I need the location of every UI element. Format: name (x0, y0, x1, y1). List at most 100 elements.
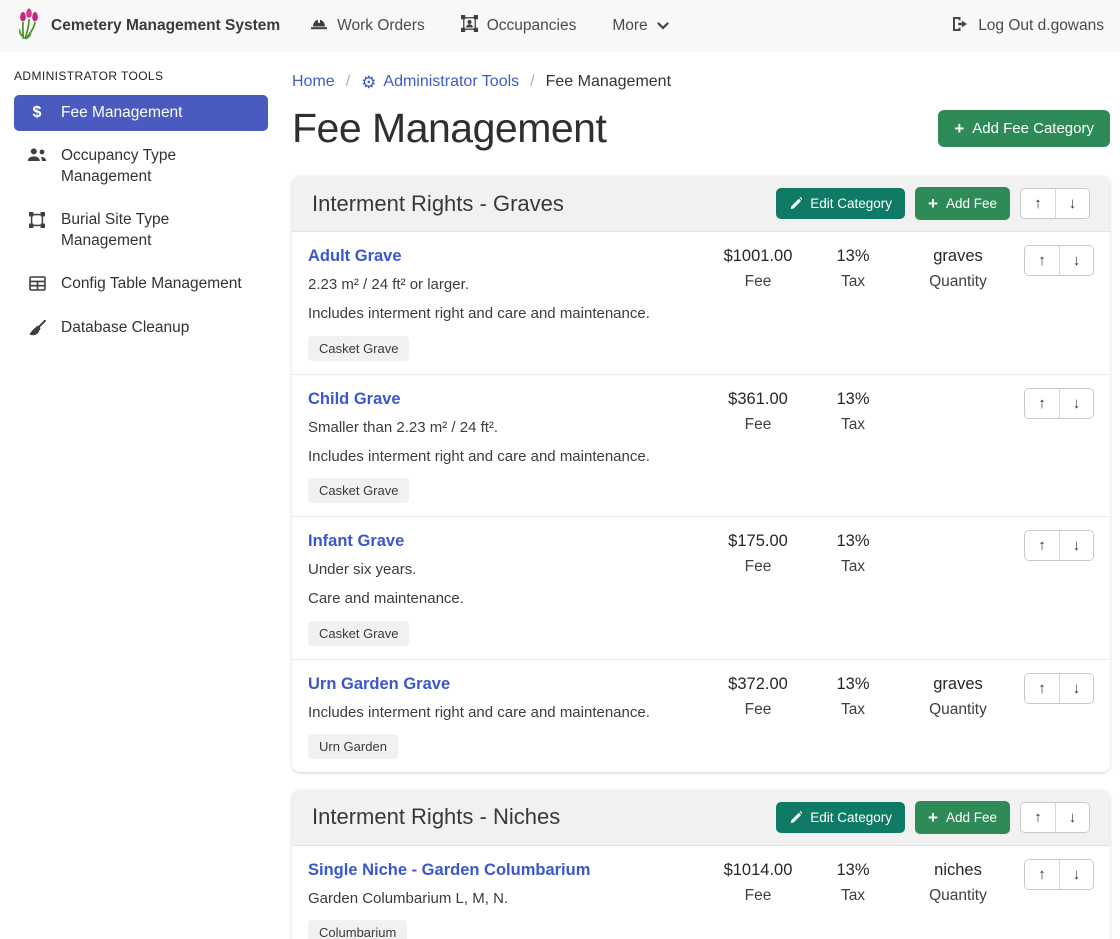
move-fee-up-button[interactable]: ↑ (1025, 860, 1059, 889)
fee-tax-column: 13% Tax (808, 388, 898, 434)
add-fee-button[interactable]: + Add Fee (915, 801, 1010, 834)
fee-quantity-label: Quantity (929, 887, 987, 905)
logout-label: Log Out d.gowans (978, 17, 1104, 35)
breadcrumb-admin-tools-link[interactable]: ⚙ Administrator Tools (361, 73, 519, 91)
fee-tax-column: 13% Tax (808, 859, 898, 905)
nav-links: Work Orders Occupancies More (310, 15, 669, 37)
main-content: Home / ⚙ Administrator Tools / Fee Manag… (280, 52, 1120, 939)
add-fee-button[interactable]: + Add Fee (915, 187, 1010, 220)
move-fee-up-button[interactable]: ↑ (1025, 674, 1059, 703)
move-category-up-button[interactable]: ↑ (1021, 803, 1055, 832)
fee-tax-label: Tax (841, 273, 865, 291)
top-navbar: Cemetery Management System Work Orders (0, 0, 1120, 52)
breadcrumb-current: Fee Management (546, 73, 671, 91)
edit-category-button[interactable]: Edit Category (776, 802, 905, 833)
fee-tax-column: 13% Tax (808, 245, 898, 291)
category-header: Interment Rights - Niches Edit Category … (292, 790, 1110, 846)
fee-name-link[interactable]: Child Grave (308, 390, 401, 409)
nav-more-label: More (612, 17, 647, 35)
fee-description: Includes interment right and care and ma… (308, 703, 708, 723)
nav-occupancies-label: Occupancies (487, 17, 577, 35)
nav-occupancies[interactable]: Occupancies (461, 15, 577, 37)
sidebar-item-label: Occupancy Type Management (61, 146, 258, 187)
fee-tax: 13% (836, 861, 869, 880)
fee-tax-label: Tax (841, 558, 865, 576)
sidebar-item-occupancy-type-management[interactable]: Occupancy Type Management (14, 138, 268, 195)
breadcrumb-admin-tools-label: Administrator Tools (383, 73, 519, 91)
fee-reorder-group: ↑ ↓ (1024, 530, 1094, 561)
sidebar-item-fee-management[interactable]: $ Fee Management (14, 95, 268, 131)
fee-quantity: graves (933, 247, 983, 266)
fee-reorder-group: ↑ ↓ (1024, 245, 1094, 276)
sidebar-item-label: Fee Management (61, 103, 183, 123)
move-fee-down-button[interactable]: ↓ (1059, 389, 1093, 418)
move-fee-up-button[interactable]: ↑ (1025, 389, 1059, 418)
sidebar-item-config-table-management[interactable]: Config Table Management (14, 266, 268, 302)
category-title: Interment Rights - Niches (312, 804, 560, 830)
breadcrumb-home-link[interactable]: Home (292, 73, 335, 91)
fee-amount: $372.00 (728, 675, 788, 694)
fee-quantity-column: graves Quantity (898, 673, 1018, 719)
fee-description: Under six years. (308, 560, 708, 580)
fee-amount-column: $1001.00 Fee (708, 245, 808, 291)
add-fee-category-button[interactable]: + Add Fee Category (938, 110, 1110, 147)
fee-row: Child Grave Smaller than 2.23 m² / 24 ft… (292, 374, 1110, 517)
fee-name-link[interactable]: Infant Grave (308, 532, 404, 551)
pencil-icon (789, 197, 802, 210)
sidebar-item-database-cleanup[interactable]: Database Cleanup (14, 310, 268, 346)
fee-row: Single Niche - Garden Columbarium Garden… (292, 846, 1110, 939)
fee-quantity: graves (933, 675, 983, 694)
add-fee-label: Add Fee (946, 810, 997, 825)
move-fee-down-button[interactable]: ↓ (1059, 860, 1093, 889)
add-fee-label: Add Fee (946, 196, 997, 211)
fee-amount: $1001.00 (724, 247, 793, 266)
dollar-icon: $ (26, 105, 48, 121)
fee-description: Smaller than 2.23 m² / 24 ft². (308, 418, 708, 438)
fee-name-link[interactable]: Adult Grave (308, 247, 402, 266)
fee-reorder-group: ↑ ↓ (1024, 859, 1094, 890)
fee-quantity-column (898, 530, 1018, 539)
fee-row: Infant Grave Under six years. Care and m… (292, 516, 1110, 659)
fee-quantity-column (898, 388, 1018, 397)
move-category-down-button[interactable]: ↓ (1055, 189, 1089, 218)
logout-button[interactable]: Log Out d.gowans (951, 16, 1104, 37)
nav-work-orders-label: Work Orders (337, 17, 425, 35)
move-fee-down-button[interactable]: ↓ (1059, 246, 1093, 275)
sidebar-item-burial-site-type-management[interactable]: Burial Site Type Management (14, 202, 268, 259)
category-title: Interment Rights - Graves (312, 191, 564, 217)
move-fee-down-button[interactable]: ↓ (1059, 674, 1093, 703)
category-reorder-group: ↑ ↓ (1020, 802, 1090, 833)
move-category-down-button[interactable]: ↓ (1055, 803, 1089, 832)
app-title: Cemetery Management System (51, 17, 280, 35)
add-fee-category-label: Add Fee Category (972, 120, 1094, 137)
move-fee-up-button[interactable]: ↑ (1025, 531, 1059, 560)
nav-more[interactable]: More (612, 17, 668, 35)
broom-icon (26, 320, 48, 336)
category-header: Interment Rights - Graves Edit Category … (292, 176, 1110, 232)
move-fee-down-button[interactable]: ↓ (1059, 531, 1093, 560)
tulip-logo-icon (16, 8, 42, 45)
edit-category-label: Edit Category (810, 810, 892, 825)
plus-icon: + (928, 195, 938, 212)
fee-description: Care and maintenance. (308, 589, 708, 609)
fee-amount: $1014.00 (724, 861, 793, 880)
breadcrumb-separator: / (346, 73, 350, 91)
fee-tax: 13% (836, 247, 869, 266)
fee-name-link[interactable]: Urn Garden Grave (308, 675, 450, 694)
fee-name-link[interactable]: Single Niche - Garden Columbarium (308, 861, 590, 880)
move-category-up-button[interactable]: ↑ (1021, 189, 1055, 218)
nav-work-orders[interactable]: Work Orders (310, 16, 425, 36)
brand: Cemetery Management System (16, 8, 280, 45)
fee-description: Garden Columbarium L, M, N. (308, 889, 708, 909)
fee-row: Urn Garden Grave Includes interment righ… (292, 659, 1110, 772)
fee-reorder-group: ↑ ↓ (1024, 388, 1094, 419)
page-title: Fee Management (292, 105, 606, 152)
move-fee-up-button[interactable]: ↑ (1025, 246, 1059, 275)
fee-type-badge: Columbarium (308, 920, 407, 939)
fee-type-badge: Casket Grave (308, 336, 409, 361)
fee-quantity-label: Quantity (929, 701, 987, 719)
edit-category-button[interactable]: Edit Category (776, 188, 905, 219)
fee-amount-label: Fee (745, 701, 772, 719)
fee-amount-column: $372.00 Fee (708, 673, 808, 719)
fee-type-badge: Casket Grave (308, 478, 409, 503)
